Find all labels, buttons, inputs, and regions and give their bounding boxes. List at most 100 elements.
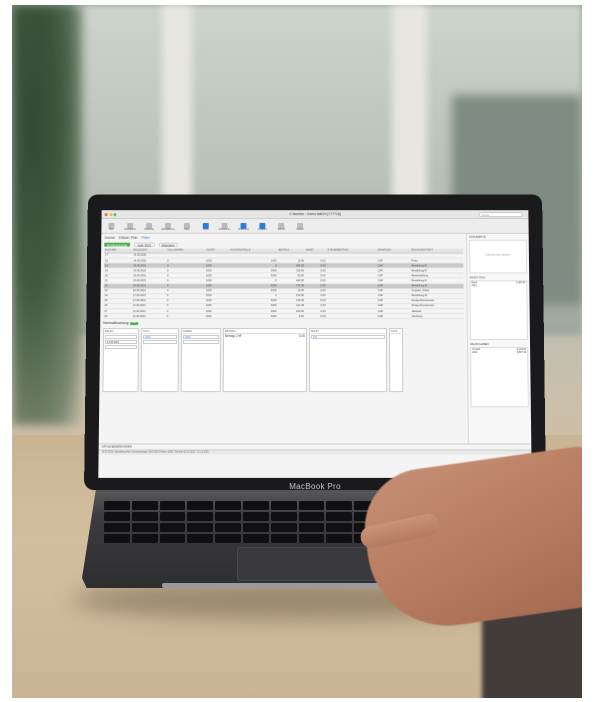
keyboard-key[interactable] bbox=[215, 501, 241, 510]
saldo-soll-box: Bank 2,380.00 2021 bbox=[469, 281, 528, 341]
keyboard-key[interactable] bbox=[132, 501, 158, 510]
saldo-haben-box: Umsatz 2,120.00 2021 4,897.18 bbox=[470, 347, 529, 407]
booking-title: Normalbuchung bbox=[103, 321, 128, 325]
touchpad[interactable] bbox=[237, 547, 387, 581]
background-plant bbox=[12, 5, 82, 425]
toolbar-button-schnitt[interactable]: Schnitt bbox=[274, 223, 288, 232]
toolbar-button-inbox[interactable]: Inbox bbox=[199, 223, 213, 232]
keyboard-key[interactable] bbox=[326, 501, 352, 510]
keyboard-key[interactable] bbox=[326, 534, 352, 543]
keyboard-key[interactable] bbox=[104, 534, 130, 543]
keyboard-key[interactable] bbox=[326, 523, 352, 532]
keyboard-key[interactable] bbox=[132, 512, 158, 521]
keyboard-key[interactable] bbox=[271, 523, 297, 532]
soll-konto-field[interactable]: 1020 bbox=[143, 335, 177, 339]
text-label: TEXT bbox=[391, 330, 401, 334]
keyboard-key[interactable] bbox=[299, 523, 325, 532]
document-dropzone[interactable]: Dokument hier ablegen bbox=[469, 240, 527, 274]
toolbar-button-aktualisieren[interactable]: Aktualisieren bbox=[161, 223, 175, 232]
toolbar-label: Abstimmen bbox=[219, 229, 231, 232]
datum-field[interactable]: 14.06.2021 bbox=[105, 340, 137, 344]
keyboard-key[interactable] bbox=[187, 523, 213, 532]
table-cell: 3200 bbox=[229, 314, 277, 319]
keyboard-key[interactable] bbox=[299, 512, 325, 521]
text-field[interactable] bbox=[105, 345, 137, 349]
table-row[interactable]: 28 21.06.2021 0 1020 3200 9.00 0.00 CHF Werbung bbox=[103, 314, 464, 319]
keyboard-key[interactable] bbox=[243, 512, 269, 521]
keyboard-key[interactable] bbox=[215, 512, 241, 521]
keyboard-key[interactable] bbox=[187, 534, 213, 543]
toolbar-button-abstimmen[interactable]: Abstimmen bbox=[218, 223, 232, 232]
haben-kst-field[interactable] bbox=[183, 340, 219, 344]
toolbar-button-finden[interactable]: Finden bbox=[293, 223, 307, 232]
status-bar: 13.07.2021 | Bezahlung Alle | Kontoauszü… bbox=[99, 450, 532, 455]
filter-row-2: Kontoauszüge Jahr 2021 Standard bbox=[104, 242, 463, 248]
keyboard-key[interactable] bbox=[243, 534, 269, 543]
table-cell: 9.00 bbox=[277, 314, 304, 319]
keyboard-key[interactable] bbox=[326, 512, 352, 521]
laptop-lid: C Buchen - Demo AdDr0 [777713] Suche Neu… bbox=[84, 194, 546, 490]
betrag-value[interactable]: 0.00 bbox=[299, 335, 305, 339]
search-input[interactable]: Suche bbox=[479, 212, 523, 217]
keyboard-key[interactable] bbox=[160, 523, 186, 532]
table-cell bbox=[327, 314, 377, 319]
toolbar-button-duplizieren[interactable]: Duplizieren bbox=[123, 223, 137, 232]
keyboard-key[interactable] bbox=[299, 501, 325, 510]
keyboard-key[interactable] bbox=[160, 501, 186, 510]
keyboard-key[interactable] bbox=[104, 512, 130, 521]
saldo-soll-value: 2,380.00 bbox=[516, 282, 525, 285]
view-select[interactable]: Standard bbox=[158, 242, 177, 246]
journal-table: BUCHNR BELEGDAT VOLLNAMEN KONTO KOSTENSTELLE… bbox=[103, 249, 464, 320]
keyboard-key[interactable] bbox=[271, 534, 297, 543]
toolbar-label: Duplizieren bbox=[124, 229, 136, 232]
buchungen-label: Erfasst / Plan bbox=[119, 237, 138, 241]
haben-konto-field[interactable]: 3200 bbox=[183, 335, 219, 339]
keyboard-key[interactable] bbox=[104, 501, 130, 510]
keyboard-key[interactable] bbox=[187, 512, 213, 521]
toolbar-button-filter[interactable]: Filter bbox=[180, 223, 194, 232]
haben-panel: HABEN 3200 bbox=[181, 328, 221, 392]
keyboard-key[interactable] bbox=[243, 501, 269, 510]
toolbar-label: Aktualisieren bbox=[161, 229, 175, 232]
booking-header: Normalbuchung Neu bbox=[103, 321, 464, 325]
keyboard-key[interactable] bbox=[160, 534, 186, 543]
keyboard-key[interactable] bbox=[215, 534, 241, 543]
laptop-screen: C Buchen - Demo AdDr0 [777713] Suche Neu… bbox=[98, 210, 531, 478]
keyboard-key[interactable] bbox=[299, 534, 325, 543]
keyboard-key[interactable] bbox=[104, 523, 130, 532]
betrag-currency-label: Betrag CHF bbox=[225, 335, 242, 339]
toolbar-button-neu[interactable]: Neu bbox=[104, 223, 118, 232]
mwst-panel: MWST 311 bbox=[309, 328, 387, 392]
keyboard-key[interactable] bbox=[132, 534, 158, 543]
toolbar-label: Finden bbox=[296, 229, 303, 232]
betrag-panel: BETRAG Betrag CHF 0.00 bbox=[223, 328, 307, 392]
saldo-haben-header: SALDO HABEN bbox=[470, 343, 528, 346]
journal-label: Journal bbox=[104, 237, 114, 241]
keyboard-key[interactable] bbox=[215, 523, 241, 532]
table-cell: 0.00 bbox=[305, 314, 327, 319]
toolbar-button-buchung[interactable]: Buchung bbox=[142, 223, 156, 232]
keyboard-key[interactable] bbox=[132, 523, 158, 532]
soll-kst-field[interactable] bbox=[143, 340, 177, 344]
saldo-haben-title: SALDO HABEN bbox=[470, 343, 488, 346]
beleg-field[interactable] bbox=[105, 335, 137, 339]
keyboard-key[interactable] bbox=[160, 512, 186, 521]
saldo-haben-year: 2021 bbox=[472, 352, 477, 355]
toolbar-button-belastung[interactable]: Belastung bbox=[237, 223, 251, 232]
toolbar-button-ausgabe[interactable]: Ausgabe bbox=[255, 223, 269, 232]
beleg-panel: BELEG 14.06.2021 bbox=[102, 328, 139, 392]
filter-mode[interactable]: Filtern bbox=[141, 237, 150, 241]
mwst-code-field[interactable]: 311 bbox=[311, 335, 385, 339]
dropzone-label: Dokument hier ablegen bbox=[486, 254, 511, 257]
keyboard-key[interactable] bbox=[243, 523, 269, 532]
soll-label: SOLL bbox=[143, 330, 177, 334]
keyboard-key[interactable] bbox=[187, 501, 213, 510]
documents-title: DOKUMENTE bbox=[469, 236, 486, 239]
window-title: C Buchen - Demo AdDr0 [777713] bbox=[102, 212, 529, 216]
keyboard-key[interactable] bbox=[271, 512, 297, 521]
keyboard-key[interactable] bbox=[271, 501, 297, 510]
photo-scene: C Buchen - Demo AdDr0 [777713] Suche Neu… bbox=[12, 5, 582, 698]
period-select[interactable]: Jahr 2021 bbox=[134, 242, 154, 246]
documents-header: DOKUMENTE bbox=[469, 236, 527, 239]
active-filter-pill[interactable]: Kontoauszüge bbox=[104, 242, 130, 246]
